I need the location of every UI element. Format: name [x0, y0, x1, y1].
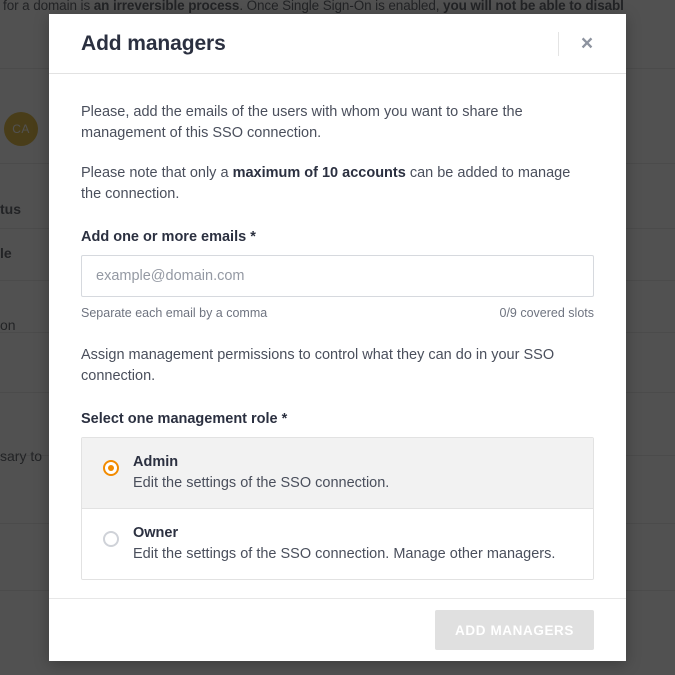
close-icon[interactable]: × — [570, 28, 604, 60]
email-input[interactable] — [81, 255, 594, 297]
dialog-footer: ADD MANAGERS — [49, 598, 626, 661]
email-hint-left: Separate each email by a comma — [81, 306, 267, 320]
role-option-admin[interactable]: Admin Edit the settings of the SSO conne… — [82, 438, 593, 508]
add-managers-dialog: Add managers × Please, add the emails of… — [49, 14, 626, 661]
email-field-label: Add one or more emails * — [81, 229, 594, 245]
role-option-owner[interactable]: Owner Edit the settings of the SSO conne… — [82, 508, 593, 579]
role-option-owner-name: Owner — [133, 523, 577, 543]
radio-icon-owner[interactable] — [103, 531, 119, 547]
header-separator — [558, 32, 559, 56]
dialog-header: Add managers × — [49, 14, 626, 74]
covered-slots-counter: 0/9 covered slots — [500, 306, 595, 320]
radio-icon-admin[interactable] — [103, 460, 119, 476]
dialog-body: Please, add the emails of the users with… — [49, 74, 626, 598]
role-option-owner-description: Edit the settings of the SSO connection.… — [133, 544, 577, 565]
assign-paragraph: Assign management permissions to control… — [81, 345, 571, 387]
note-paragraph: Please note that only a maximum of 10 ac… — [81, 163, 571, 205]
role-option-owner-text: Owner Edit the settings of the SSO conne… — [133, 523, 577, 565]
intro-paragraph: Please, add the emails of the users with… — [81, 102, 571, 144]
page-root: n for a domain is an irreversible proces… — [0, 0, 675, 675]
role-option-admin-description: Edit the settings of the SSO connection. — [133, 473, 577, 494]
role-option-admin-name: Admin — [133, 452, 577, 472]
email-hint-row: Separate each email by a comma 0/9 cover… — [81, 306, 594, 320]
role-radio-group: Admin Edit the settings of the SSO conne… — [81, 437, 594, 580]
note-bold: maximum of 10 accounts — [233, 165, 406, 181]
note-prefix: Please note that only a — [81, 165, 233, 181]
role-section-label: Select one management role * — [81, 411, 594, 427]
dialog-title: Add managers — [81, 32, 226, 56]
role-option-admin-text: Admin Edit the settings of the SSO conne… — [133, 452, 577, 494]
add-managers-button[interactable]: ADD MANAGERS — [435, 610, 594, 650]
